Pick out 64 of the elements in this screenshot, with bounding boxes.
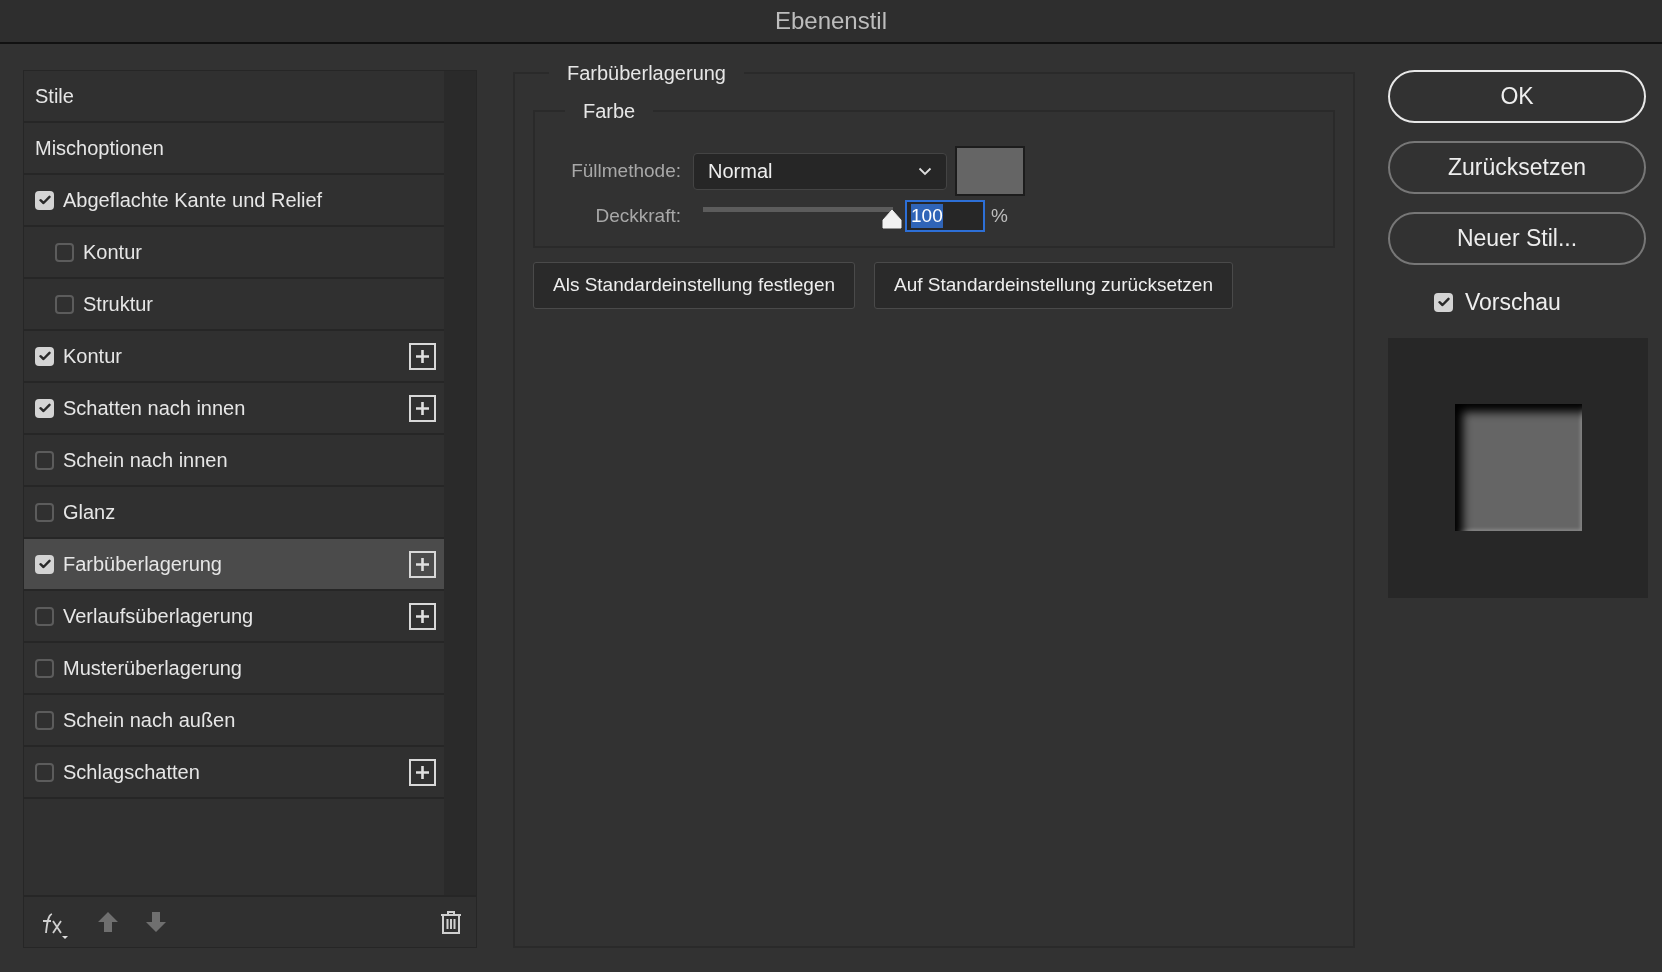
slider-thumb[interactable]: [881, 209, 903, 229]
plus-icon: [415, 608, 430, 624]
group-title: Farbe: [582, 99, 637, 124]
add-effect-button[interactable]: [409, 394, 436, 422]
checkbox[interactable]: [35, 710, 54, 730]
checkbox[interactable]: [35, 658, 54, 678]
checkmark-icon: [1437, 297, 1450, 308]
window-title: Ebenenstil: [774, 6, 888, 36]
add-effect-button[interactable]: [409, 550, 436, 578]
effect-label: Kontur: [83, 240, 143, 265]
effect-label: Glanz: [63, 500, 117, 525]
field-label: Füllmethode:: [570, 158, 681, 183]
move-down-button[interactable]: [144, 910, 168, 934]
section-title: Farbüberlagerung: [566, 61, 727, 86]
checkbox[interactable]: [35, 762, 54, 782]
delete-button[interactable]: [440, 910, 462, 934]
effect-label: Abgeflachte Kante und Relief: [63, 188, 324, 213]
effect-label: Struktur: [83, 292, 155, 317]
effect-label: Farbüberlagerung: [63, 552, 223, 577]
style-list-item[interactable]: Farbüberlagerung: [24, 539, 444, 591]
checkmark-icon: [38, 351, 51, 361]
dialog-button[interactable]: Zurücksetzen: [1388, 141, 1646, 194]
effect-label: Musterüberlagerung: [63, 656, 243, 681]
move-up-button[interactable]: [96, 910, 120, 934]
chevron-down-icon: [918, 166, 932, 176]
arrow-down-icon: [144, 910, 168, 934]
add-effect-button[interactable]: [409, 602, 436, 630]
checkbox[interactable]: [35, 398, 54, 418]
checkmark-icon: [38, 559, 51, 569]
add-effect-button[interactable]: [409, 758, 436, 786]
checkbox[interactable]: [35, 606, 54, 626]
checkmark-icon: [38, 403, 51, 413]
trash-icon: [440, 910, 462, 934]
plus-icon: [415, 764, 430, 780]
plus-icon: [415, 348, 430, 364]
checkbox[interactable]: [55, 294, 74, 314]
percent-unit: %: [991, 203, 1008, 228]
default-settings-button[interactable]: Auf Standardeinstellung zurücksetzen: [874, 262, 1233, 309]
checkbox[interactable]: [35, 554, 54, 574]
effect-label: Schein nach außen: [63, 708, 237, 733]
checkbox[interactable]: [1434, 292, 1453, 312]
dialog-button[interactable]: Neuer Stil...: [1388, 212, 1646, 265]
dialog-button[interactable]: OK: [1388, 70, 1646, 123]
plus-icon: [415, 556, 430, 572]
checkbox[interactable]: [35, 190, 54, 210]
checkbox[interactable]: [55, 242, 74, 262]
effect-label: Schlagschatten: [63, 760, 201, 785]
effect-label: Schatten nach innen: [63, 396, 247, 421]
arrow-up-icon: [96, 910, 120, 934]
effect-label: Verlaufsüberlagerung: [63, 604, 255, 629]
checkbox[interactable]: [35, 450, 54, 470]
effect-label: Kontur: [63, 344, 123, 369]
field-label: Deckkraft:: [594, 203, 681, 228]
default-settings-button[interactable]: Als Standardeinstellung festlegen: [533, 262, 856, 309]
effect-label: Schein nach innen: [63, 448, 229, 473]
blend-mode-dropdown[interactable]: Normal: [693, 152, 947, 190]
opacity-input[interactable]: 100: [905, 200, 985, 232]
plus-icon: [415, 400, 430, 416]
preview-toggle[interactable]: Vorschau: [1434, 285, 1646, 320]
color-swatch[interactable]: [955, 146, 1025, 196]
checkbox[interactable]: [35, 346, 54, 366]
checkbox[interactable]: [35, 502, 54, 522]
checkmark-icon: [38, 195, 51, 205]
add-effect-button[interactable]: [409, 342, 436, 370]
